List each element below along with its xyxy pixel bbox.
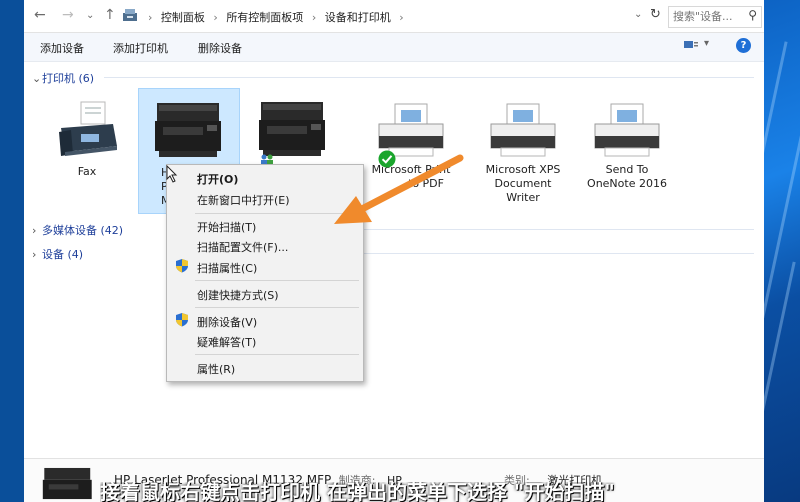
- printer-tile-ms-xps-writer[interactable]: Microsoft XPS Document Writer: [476, 92, 570, 214]
- menu-item-properties[interactable]: 属性(R): [197, 361, 235, 377]
- menu-item-open[interactable]: 打开(O): [197, 171, 238, 187]
- group-header-printers[interactable]: ⌄打印机 (6): [32, 70, 94, 86]
- group-header-media[interactable]: › 多媒体设备 (42): [32, 222, 123, 238]
- printer-icon: [594, 103, 660, 157]
- menu-separator: [195, 354, 359, 355]
- printer-icon: [490, 103, 556, 157]
- up-arrow-icon[interactable]: ↑: [104, 7, 116, 23]
- menu-item-create-shortcut[interactable]: 创建快捷方式(S): [197, 287, 279, 303]
- search-icon[interactable]: ⚲: [748, 8, 757, 22]
- menu-item-scan-properties[interactable]: 扫描属性(C): [197, 260, 257, 276]
- control-panel-icon: [122, 8, 138, 26]
- printer-label: Microsoft XPS: [485, 163, 561, 176]
- desktop-wallpaper: [751, 0, 800, 502]
- address-bar: ← → ⌄ ↑ › 控制面板 › 所有控制面板项 › 设备和打印机 › ⌄ ↻ …: [24, 0, 764, 33]
- mfp-printer-icon: [155, 103, 221, 157]
- printer-label: Send To: [605, 163, 649, 176]
- breadcrumb: › 控制面板 › 所有控制面板项 › 设备和打印机 ›: [148, 11, 404, 24]
- breadcrumb-control-panel[interactable]: 控制面板: [161, 11, 205, 24]
- breadcrumb-devices-printers[interactable]: 设备和打印机: [325, 11, 391, 24]
- add-printer-button[interactable]: 添加打印机: [113, 40, 168, 56]
- uac-shield-icon: [176, 259, 188, 273]
- printer-tile-send-to-onenote[interactable]: Send To OneNote 2016: [580, 92, 674, 202]
- annotation-arrow-icon: [334, 154, 464, 224]
- printer-label: Fax: [77, 165, 97, 178]
- group-header-devices[interactable]: › 设备 (4): [32, 246, 83, 262]
- menu-separator: [195, 307, 359, 308]
- help-button[interactable]: ?: [736, 38, 751, 53]
- printer-label: Writer: [506, 191, 540, 204]
- menu-item-start-scan[interactable]: 开始扫描(T): [197, 219, 256, 235]
- menu-item-scan-profiles[interactable]: 扫描配置文件(F)...: [197, 239, 288, 255]
- group-divider: [364, 253, 754, 254]
- video-subtitle: 接着鼠标右键点击打印机 在弹出的菜单下选择 "开始扫描": [100, 482, 615, 502]
- uac-shield-icon: [176, 313, 188, 327]
- fax-icon: [59, 101, 117, 156]
- menu-item-remove-device[interactable]: 删除设备(V): [197, 314, 257, 330]
- view-options-dropdown-icon[interactable]: ▾: [704, 38, 709, 49]
- menu-item-troubleshoot[interactable]: 疑难解答(T): [197, 334, 256, 350]
- add-device-button[interactable]: 添加设备: [40, 40, 84, 56]
- mfp-printer-icon: [42, 467, 92, 500]
- expand-chevron-icon[interactable]: ›: [32, 248, 42, 261]
- menu-item-open-new-window[interactable]: 在新窗口中打开(E): [197, 192, 290, 208]
- forward-arrow-icon[interactable]: →: [62, 7, 74, 23]
- back-arrow-icon[interactable]: ←: [34, 7, 46, 23]
- printer-label: OneNote 2016: [587, 177, 667, 190]
- group-divider: [104, 77, 754, 78]
- search-input[interactable]: [669, 7, 741, 25]
- refresh-icon[interactable]: ↻: [650, 7, 661, 22]
- change-view-icon[interactable]: [684, 40, 698, 52]
- menu-separator: [195, 280, 359, 281]
- printer-tile-fax[interactable]: Fax: [40, 92, 134, 202]
- printer-label: Document: [494, 177, 552, 190]
- collapse-chevron-icon[interactable]: ⌄: [32, 72, 42, 85]
- remove-device-button[interactable]: 删除设备: [198, 40, 242, 56]
- expand-chevron-icon[interactable]: ›: [32, 224, 42, 237]
- search-box[interactable]: ⚲: [668, 6, 762, 28]
- breadcrumb-all-items[interactable]: 所有控制面板项: [226, 11, 303, 24]
- explorer-window: ← → ⌄ ↑ › 控制面板 › 所有控制面板项 › 设备和打印机 › ⌄ ↻ …: [24, 0, 764, 502]
- mouse-cursor-icon: [166, 165, 178, 183]
- history-dropdown-icon[interactable]: ⌄: [86, 10, 94, 21]
- command-bar: 添加设备 添加打印机 删除设备 ▾ ?: [24, 33, 764, 62]
- address-dropdown-icon[interactable]: ⌄: [634, 9, 642, 20]
